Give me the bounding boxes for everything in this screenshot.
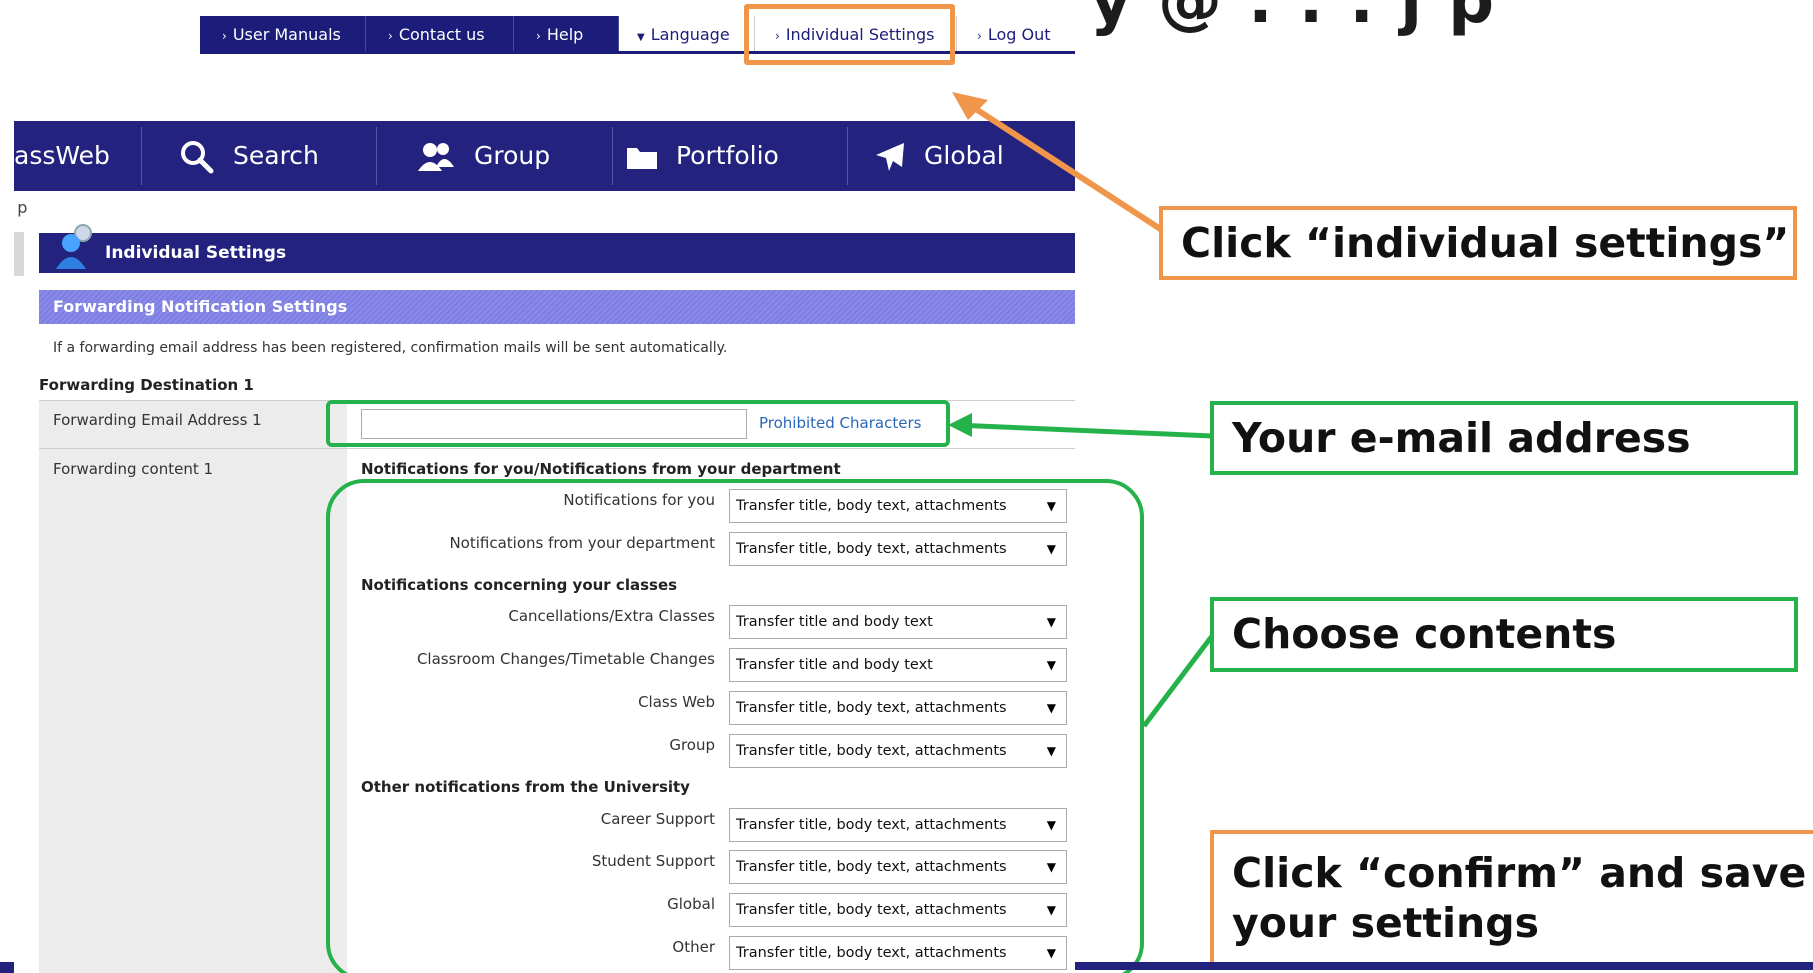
notice-text: If a forwarding email address has been r…	[53, 340, 728, 356]
green-connector-contents	[1142, 634, 1214, 728]
menu-help[interactable]: › Help	[514, 16, 619, 54]
callout-choose: Choose contents	[1210, 597, 1798, 672]
callout-confirm-line1: Click “confirm” and save	[1232, 849, 1807, 897]
highlight-email-field	[326, 400, 950, 447]
section-header: Individual Settings	[39, 224, 1075, 273]
email-label: Forwarding Email Address 1	[53, 411, 262, 429]
chevron-right-icon: ›	[536, 29, 541, 43]
group-title: Notifications for you/Notifications from…	[361, 460, 841, 478]
nav-separator	[612, 127, 613, 185]
group-icon	[418, 143, 454, 171]
orange-arrowhead	[952, 92, 988, 120]
footer-bar-left	[0, 962, 14, 973]
user-settings-icon	[56, 224, 92, 269]
airplane-icon	[876, 143, 904, 171]
footer-bar	[1075, 962, 1813, 970]
sidebar-stub	[14, 232, 24, 276]
subsection-header: Forwarding Notification Settings	[39, 290, 1075, 324]
main-navigation: assWeb Search Group Portfolio Global	[14, 121, 1075, 191]
row-divider	[39, 448, 1075, 449]
menu-user-manuals[interactable]: › User Manuals	[200, 16, 366, 54]
search-icon	[181, 141, 214, 174]
nav-group[interactable]: Group	[416, 121, 550, 191]
content-label: Forwarding content 1	[53, 460, 214, 478]
nav-portfolio[interactable]: Portfolio	[626, 121, 779, 191]
chevron-right-icon: ›	[388, 29, 393, 43]
nav-separator	[847, 127, 848, 185]
cropped-heading-fragment: y @ . . . j p	[1090, 0, 1497, 38]
callout-confirm-line2: your settings	[1232, 899, 1539, 947]
folder-icon	[627, 148, 657, 169]
highlight-individual-settings	[744, 4, 955, 65]
chevron-right-icon: ›	[977, 29, 982, 43]
nav-separator	[376, 127, 377, 185]
destination-heading: Forwarding Destination 1	[39, 376, 254, 394]
green-connector-email	[954, 422, 1213, 439]
nav-global[interactable]: Global	[874, 121, 1004, 191]
menu-language[interactable]: ▼ Language	[619, 16, 755, 54]
callout-email: Your e-mail address	[1210, 401, 1798, 475]
nav-search[interactable]: Search	[179, 121, 319, 191]
highlight-content-selects	[326, 479, 1144, 973]
breadcrumb: p	[14, 198, 28, 217]
green-arrowhead	[948, 413, 972, 437]
menu-log-out[interactable]: › Log Out	[957, 16, 1075, 54]
menu-contact-us[interactable]: › Contact us	[366, 16, 514, 54]
nav-classweb[interactable]: assWeb	[14, 121, 110, 191]
callout-click-individual: Click “individual settings”	[1159, 206, 1797, 280]
chevron-right-icon: ›	[222, 29, 227, 43]
form-label-column	[39, 400, 347, 973]
triangle-down-icon: ▼	[637, 32, 645, 43]
nav-separator	[141, 127, 142, 185]
callout-confirm: Click “confirm” and save your settings	[1210, 830, 1813, 970]
